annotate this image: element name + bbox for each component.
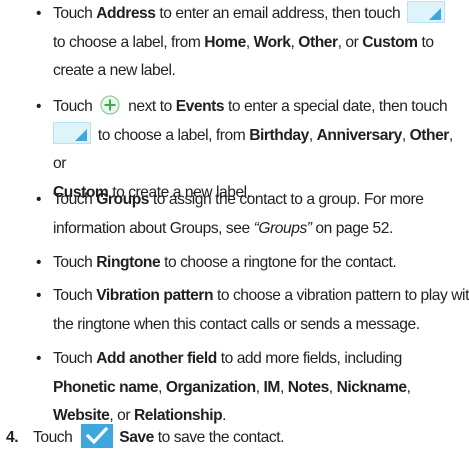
- bullet: •: [36, 350, 42, 367]
- bullet: •: [36, 98, 42, 115]
- list-item-address: • Touch Address to enter an email addres…: [36, 0, 466, 86]
- list-item-ringtone: • Touch Ringtone to choose a ringtone fo…: [36, 249, 397, 278]
- bullet: •: [36, 254, 42, 271]
- dropdown-label-icon: [53, 122, 91, 145]
- groups-reference: “Groups”: [253, 219, 312, 237]
- vibration-term: Vibration pattern: [96, 287, 214, 304]
- step-number: 4.: [6, 429, 19, 446]
- checkmark-save-icon: [81, 423, 114, 448]
- ringtone-term: Ringtone: [96, 254, 161, 271]
- bullet: •: [36, 191, 42, 208]
- save-term: Save: [119, 429, 154, 446]
- step-4: 4. Touch Save to save the contact.: [6, 423, 284, 453]
- dropdown-label-icon: [407, 0, 446, 23]
- manual-page: • Touch Address to enter an email addres…: [0, 0, 469, 456]
- address-term: Address: [96, 5, 156, 22]
- list-item-add-field: • Touch Add another field to add more fi…: [36, 345, 469, 431]
- list-item-vibration: • Touch Vibration pattern to choose a vi…: [36, 282, 469, 339]
- events-term: Events: [175, 98, 225, 115]
- bullet: •: [36, 287, 42, 304]
- plus-icon: [100, 95, 120, 115]
- list-item-groups: • Touch Groups to assign the contact to …: [36, 186, 469, 243]
- add-field-term: Add another field: [96, 350, 217, 367]
- groups-term: Groups: [96, 191, 149, 208]
- bullet: •: [36, 5, 42, 22]
